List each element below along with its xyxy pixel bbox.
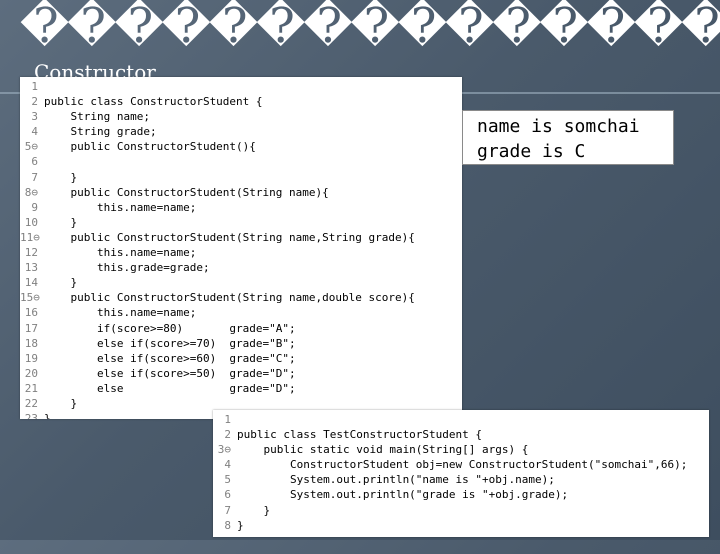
code-text: public ConstructorStudent(String name,St…: [44, 230, 415, 244]
line-number: 18: [24, 336, 38, 350]
code-text: }: [44, 412, 51, 419]
line-number: 23: [24, 412, 38, 419]
code-text: public ConstructorStudent(String name,do…: [44, 291, 415, 305]
code-line: 6: [20, 154, 462, 169]
line-number: 3: [31, 110, 38, 124]
code-line: 8⊖ public ConstructorStudent(String name…: [20, 185, 462, 200]
code-line: 4 ConstructorStudent obj=new Constructor…: [213, 457, 709, 472]
code-text: public ConstructorStudent(){: [44, 140, 256, 154]
code-line: 16 this.name=name;: [20, 305, 462, 320]
code-line: 6 System.out.println("grade is "+obj.gra…: [213, 487, 709, 502]
line-number: 20: [24, 366, 38, 380]
code-line: 8}: [213, 518, 709, 533]
code-line: 10 }: [20, 215, 462, 230]
code-text: else if(score>=70) grade="B";: [44, 336, 296, 350]
code-line: 5 System.out.println("name is "+obj.name…: [213, 472, 709, 487]
code-text: }: [237, 518, 244, 532]
code-text: String grade;: [44, 125, 157, 139]
code-text: else if(score>=60) grade="C";: [44, 351, 296, 365]
code-text: public class ConstructorStudent {: [44, 95, 263, 109]
line-number: 13: [24, 261, 38, 275]
line-number: 12: [24, 246, 38, 260]
code-text: System.out.println("grade is "+obj.grade…: [237, 488, 569, 502]
test-constructor-student-code-panel: 1 2 public class TestConstructorStudent {3…: [213, 410, 709, 537]
code-line: 13 this.grade=grade;: [20, 260, 462, 275]
line-number: 2: [31, 95, 38, 109]
code-line: 18 else if(score>=70) grade="B";: [20, 336, 462, 351]
code-text: public class TestConstructorStudent {: [237, 428, 483, 442]
code-line: 1: [213, 412, 709, 427]
line-number: 5⊖: [24, 140, 38, 154]
code-text: }: [44, 276, 78, 290]
console-output-panel: name is somchai grade is C: [462, 110, 674, 165]
code-line: 11⊖ public ConstructorStudent(String nam…: [20, 230, 462, 245]
code-line: 4 String grade;: [20, 124, 462, 139]
code-text: public ConstructorStudent(String name){: [44, 185, 329, 199]
code-text: String name;: [44, 110, 150, 124]
line-number: 7: [224, 503, 231, 517]
code-line: 20 else if(score>=50) grade="D";: [20, 366, 462, 381]
line-number: 2: [224, 428, 231, 442]
code-text: }: [44, 396, 78, 410]
line-number: 16: [24, 306, 38, 320]
line-number: 21: [24, 381, 38, 395]
code-text: this.name=name;: [44, 200, 197, 214]
line-number: 4: [224, 458, 231, 472]
code-text: ConstructorStudent obj=new ConstructorSt…: [237, 458, 688, 472]
line-number: 14: [24, 276, 38, 290]
code-text: this.grade=grade;: [44, 261, 210, 275]
code-text: }: [237, 503, 271, 517]
code-line: 2 public class ConstructorStudent {: [20, 94, 462, 109]
line-number: 22: [24, 396, 38, 410]
constructor-student-code-panel: 1 2 public class ConstructorStudent {3 Str…: [20, 77, 462, 419]
slide-title: ����������������: [20, 0, 720, 54]
code-text: this.name=name;: [44, 246, 197, 260]
code-text: public static void main(String[] args) {: [237, 443, 529, 457]
line-number: 15⊖: [20, 291, 40, 305]
line-number: 1: [31, 80, 38, 93]
line-number: 8: [224, 518, 231, 532]
code-text: }: [44, 215, 78, 229]
line-number: 7: [31, 170, 38, 184]
line-number: 9: [31, 200, 38, 214]
code-line: 1: [20, 79, 462, 94]
line-number: 3⊖: [217, 443, 231, 457]
code-line: 7 }: [213, 503, 709, 518]
code-line: 9 this.name=name;: [20, 200, 462, 215]
code-line: 5⊖ public ConstructorStudent(){: [20, 139, 462, 154]
output-line-grade: grade is C: [477, 141, 586, 162]
code-text: System.out.println("name is "+obj.name);: [237, 473, 555, 487]
code-line: 19 else if(score>=60) grade="C";: [20, 351, 462, 366]
code-line: 17 if(score>=80) grade="A";: [20, 321, 462, 336]
line-number: 6: [31, 155, 38, 169]
line-number: 11⊖: [20, 230, 40, 244]
code-text: else if(score>=50) grade="D";: [44, 366, 296, 380]
code-line: 2 public class TestConstructorStudent {: [213, 427, 709, 442]
code-line: 15⊖ public ConstructorStudent(String nam…: [20, 290, 462, 305]
code-line: 22 }: [20, 396, 462, 411]
line-number: 5: [224, 473, 231, 487]
code-text: if(score>=80) grade="A";: [44, 321, 296, 335]
code-line: 3⊖ public static void main(String[] args…: [213, 442, 709, 457]
line-number: 10: [24, 215, 38, 229]
code-line: 12 this.name=name;: [20, 245, 462, 260]
line-number: 4: [31, 125, 38, 139]
output-line-name: name is somchai: [477, 116, 640, 137]
code-text: else grade="D";: [44, 381, 296, 395]
code-line: 3 String name;: [20, 109, 462, 124]
line-number: 1: [224, 413, 231, 426]
code-line: 21 else grade="D";: [20, 381, 462, 396]
line-number: 19: [24, 351, 38, 365]
code-line: 14 }: [20, 275, 462, 290]
code-text: }: [44, 170, 78, 184]
code-text: this.name=name;: [44, 306, 197, 320]
line-number: 8⊖: [24, 185, 38, 199]
code-line: 7 }: [20, 170, 462, 185]
line-number: 17: [24, 321, 38, 335]
line-number: 6: [224, 488, 231, 502]
